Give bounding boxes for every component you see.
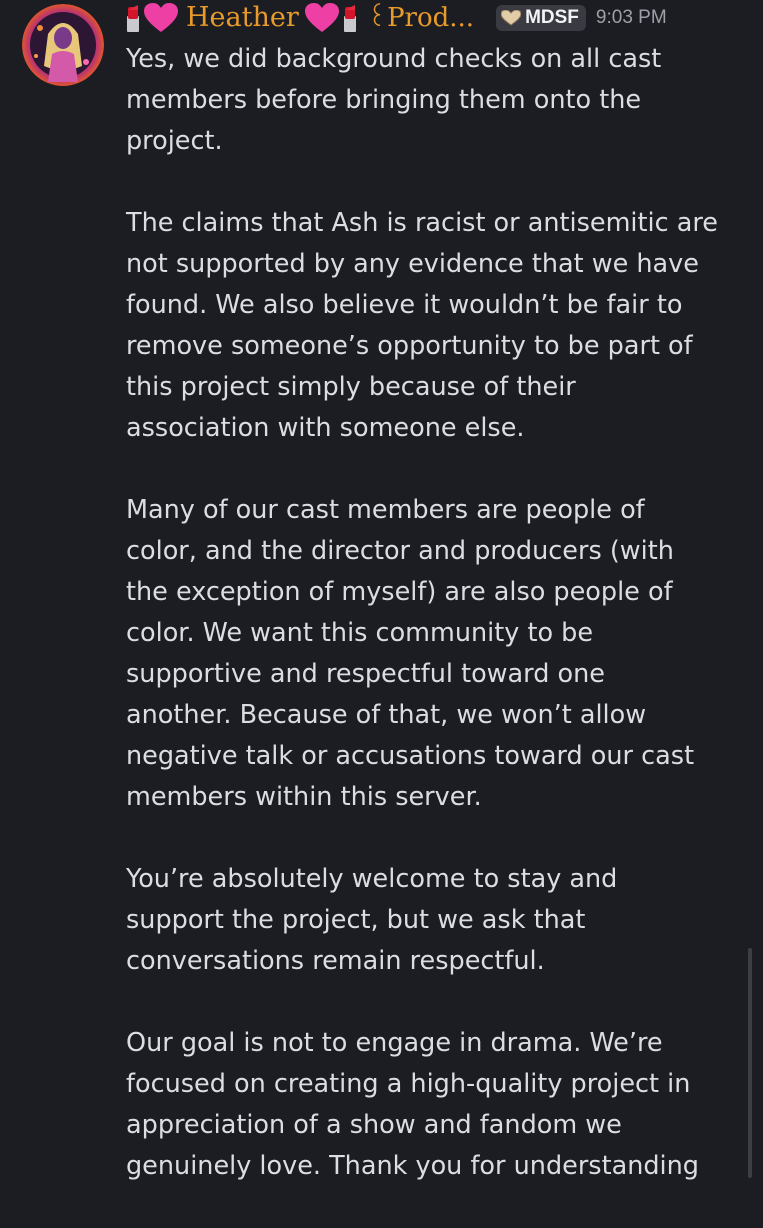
message-header: Heather ꒰Prod... MDSF 9:03 PM (124, 0, 763, 36)
message-line: association with someone else. (126, 413, 525, 443)
message-line: conversations remain respectful. (126, 946, 545, 976)
server-tag-label: MDSF (525, 7, 579, 28)
scrollbar[interactable] (748, 948, 752, 1178)
message-line: remove someone’s opportunity to be part … (126, 331, 693, 361)
avatar-image (22, 4, 104, 86)
message-line: supportive and respectful toward one (126, 659, 605, 689)
heart-icon (304, 3, 339, 33)
message-line: color, and the director and producers (w… (126, 536, 674, 566)
message-line: genuinely love. Thank you for understand… (126, 1151, 699, 1181)
avatar[interactable] (22, 4, 104, 86)
message-line: members before bringing them onto the (126, 85, 642, 115)
message-paragraph: The claims that Ash is racist or antisem… (126, 203, 756, 449)
message-line: project. (126, 126, 223, 156)
timestamp[interactable]: 9:03 PM (596, 7, 667, 29)
heart-icon (144, 3, 178, 33)
chat-message: Heather ꒰Prod... MDSF 9:03 PM Yes, we di… (0, 0, 763, 1200)
message-line: You’re absolutely welcome to stay and (126, 864, 618, 894)
message-line: another. Because of that, we won’t allow (126, 700, 647, 730)
lipstick-icon (341, 4, 359, 32)
message-paragraph: Many of our cast members are people of co… (126, 490, 756, 818)
message-line: appreciation of a show and fandom we (126, 1110, 622, 1140)
message-line: members within this server. (126, 782, 482, 812)
message-line: Many of our cast members are people of (126, 495, 645, 525)
message-line: found. We also believe it wouldn’t be fa… (126, 290, 683, 320)
heart-badge-icon (500, 9, 522, 26)
message-content: Yes, we did background checks on all cas… (126, 39, 756, 1228)
message-line: not supported by any evidence that we ha… (126, 249, 699, 279)
server-tag[interactable]: MDSF (496, 5, 586, 31)
username-suffix[interactable]: ꒰Prod... (367, 0, 474, 36)
message-paragraph: Our goal is not to engage in drama. We’r… (126, 1023, 756, 1187)
message-line: The claims that Ash is racist or antisem… (126, 208, 718, 238)
message-paragraph: You’re absolutely welcome to stay and sup… (126, 859, 756, 982)
message-line: the exception of myself) are also people… (126, 577, 673, 607)
message-line: focused on creating a high-quality proje… (126, 1069, 691, 1099)
message-line: negative talk or accusations toward our … (126, 741, 695, 771)
message-line: support the project, but we ask that (126, 905, 586, 935)
lipstick-icon (124, 4, 142, 32)
message-line: color. We want this community to be (126, 618, 594, 648)
message-line: this project simply because of their (126, 372, 576, 402)
message-paragraph: Yes, we did background checks on all cas… (126, 39, 756, 162)
message-line: Our goal is not to engage in drama. We’r… (126, 1028, 663, 1058)
username[interactable]: Heather (186, 0, 299, 36)
message-line: Yes, we did background checks on all cas… (126, 44, 662, 74)
